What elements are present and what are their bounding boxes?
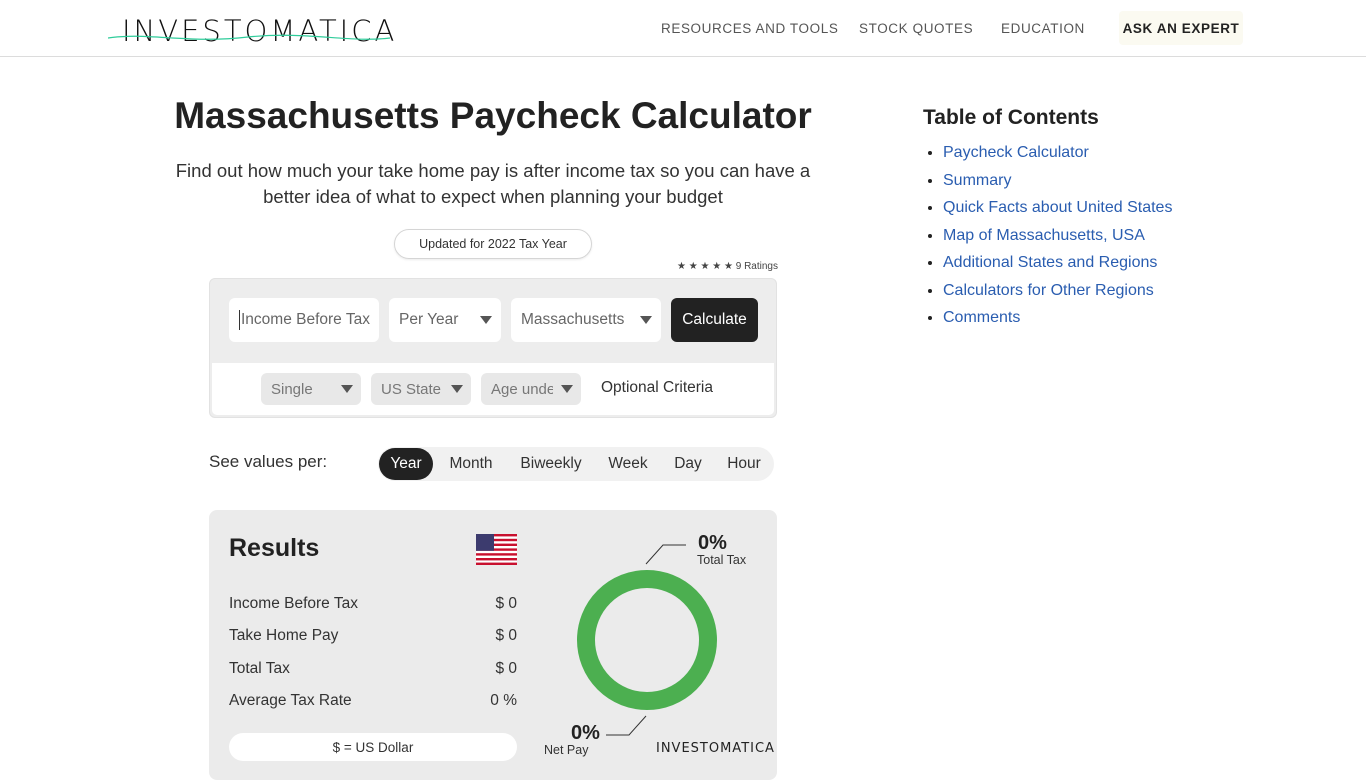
chevron-down-icon xyxy=(640,316,652,324)
nav-resources-and-tools[interactable]: RESOURCES AND TOOLS xyxy=(661,21,838,36)
income-before-tax-value: $ 0 xyxy=(495,595,517,612)
site-header: INVESTOMATICA RESOURCES AND TOOLS STOCK … xyxy=(0,0,1366,57)
toc-title: Table of Contents xyxy=(923,106,1099,129)
income-input-placeholder: Income Before Tax xyxy=(241,311,370,328)
residency-value: US State Resident xyxy=(381,380,443,398)
page-subtitle: Find out how much your take home pay is … xyxy=(175,160,811,207)
calculate-button[interactable]: Calculate xyxy=(671,298,758,342)
toc-item-map[interactable]: Map of Massachusetts, USA xyxy=(943,222,1172,250)
results-panel: Results Income Before Tax $ 0 Take Home … xyxy=(209,510,777,780)
toc-item-additional-states[interactable]: Additional States and Regions xyxy=(943,249,1172,277)
average-tax-rate-value: 0 % xyxy=(490,692,517,709)
region-select[interactable]: Massachusetts xyxy=(511,298,661,342)
period-week[interactable]: Week xyxy=(600,447,656,481)
ratings-text[interactable]: ★ ★ ★ ★ ★ 9 Ratings xyxy=(660,261,778,272)
logo-wave-icon xyxy=(108,34,390,40)
chevron-down-icon xyxy=(480,316,492,324)
ask-an-expert-button[interactable]: ASK AN EXPERT xyxy=(1119,11,1243,45)
take-home-pay-label: Take Home Pay xyxy=(229,627,339,644)
average-tax-rate-label: Average Tax Rate xyxy=(229,692,352,709)
currency-note: $ = US Dollar xyxy=(229,733,517,761)
chevron-down-icon xyxy=(561,385,573,393)
period-year[interactable]: Year xyxy=(379,448,433,480)
filing-status-select[interactable]: Single xyxy=(261,373,361,405)
income-input[interactable]: Income Before Tax xyxy=(229,298,379,342)
region-select-value: Massachusetts xyxy=(521,311,625,328)
toc-item-comments[interactable]: Comments xyxy=(943,304,1172,332)
net-pay-chart-label: Net Pay xyxy=(544,743,589,757)
toc-item-paycheck-calculator[interactable]: Paycheck Calculator xyxy=(943,139,1172,167)
tax-donut-chart xyxy=(577,570,717,710)
text-cursor xyxy=(239,310,240,330)
age-select[interactable]: Age under 65 xyxy=(481,373,581,405)
chevron-down-icon xyxy=(341,385,353,393)
us-flag-icon xyxy=(476,534,517,565)
take-home-pay-value: $ 0 xyxy=(495,627,517,644)
total-tax-percent: 0% xyxy=(698,532,727,554)
chevron-down-icon xyxy=(451,385,463,393)
filing-status-value: Single xyxy=(271,380,313,398)
toc-list: Paycheck Calculator Summary Quick Facts … xyxy=(923,139,1172,332)
frequency-select[interactable]: Per Year xyxy=(389,298,501,342)
period-day[interactable]: Day xyxy=(666,447,710,481)
updated-badge: Updated for 2022 Tax Year xyxy=(394,229,592,259)
period-hour[interactable]: Hour xyxy=(720,447,768,481)
page-title: Massachusetts Paycheck Calculator xyxy=(174,95,812,136)
total-tax-chart-label: Total Tax xyxy=(697,553,747,567)
toc-item-other-calculators[interactable]: Calculators for Other Regions xyxy=(943,277,1172,305)
optional-criteria-toggle[interactable]: Optional Criteria xyxy=(601,379,713,397)
income-before-tax-label: Income Before Tax xyxy=(229,595,358,612)
net-pay-percent: 0% xyxy=(571,722,600,744)
period-biweekly[interactable]: Biweekly xyxy=(513,447,589,481)
calculator-form: Income Before Tax Per Year Massachusetts… xyxy=(209,278,777,418)
age-value: Age under 65 xyxy=(491,380,553,398)
total-tax-label: Total Tax xyxy=(229,660,290,677)
toc-item-quick-facts[interactable]: Quick Facts about United States xyxy=(943,194,1172,222)
results-title: Results xyxy=(229,534,320,562)
period-month[interactable]: Month xyxy=(440,447,502,481)
residency-select[interactable]: US State Resident xyxy=(371,373,471,405)
total-tax-value: $ 0 xyxy=(495,660,517,677)
nav-stock-quotes[interactable]: STOCK QUOTES xyxy=(859,21,973,36)
net-pay-ring xyxy=(577,570,717,710)
period-selector: Year Month Biweekly Week Day Hour xyxy=(378,447,774,481)
results-watermark-logo: INVESTOMATICA xyxy=(656,741,775,756)
site-logo[interactable]: INVESTOMATICA xyxy=(108,6,394,48)
see-values-label: See values per: xyxy=(209,452,328,471)
toc-item-summary[interactable]: Summary xyxy=(943,167,1172,195)
frequency-select-value: Per Year xyxy=(399,311,459,328)
nav-education[interactable]: EDUCATION xyxy=(1001,21,1085,36)
